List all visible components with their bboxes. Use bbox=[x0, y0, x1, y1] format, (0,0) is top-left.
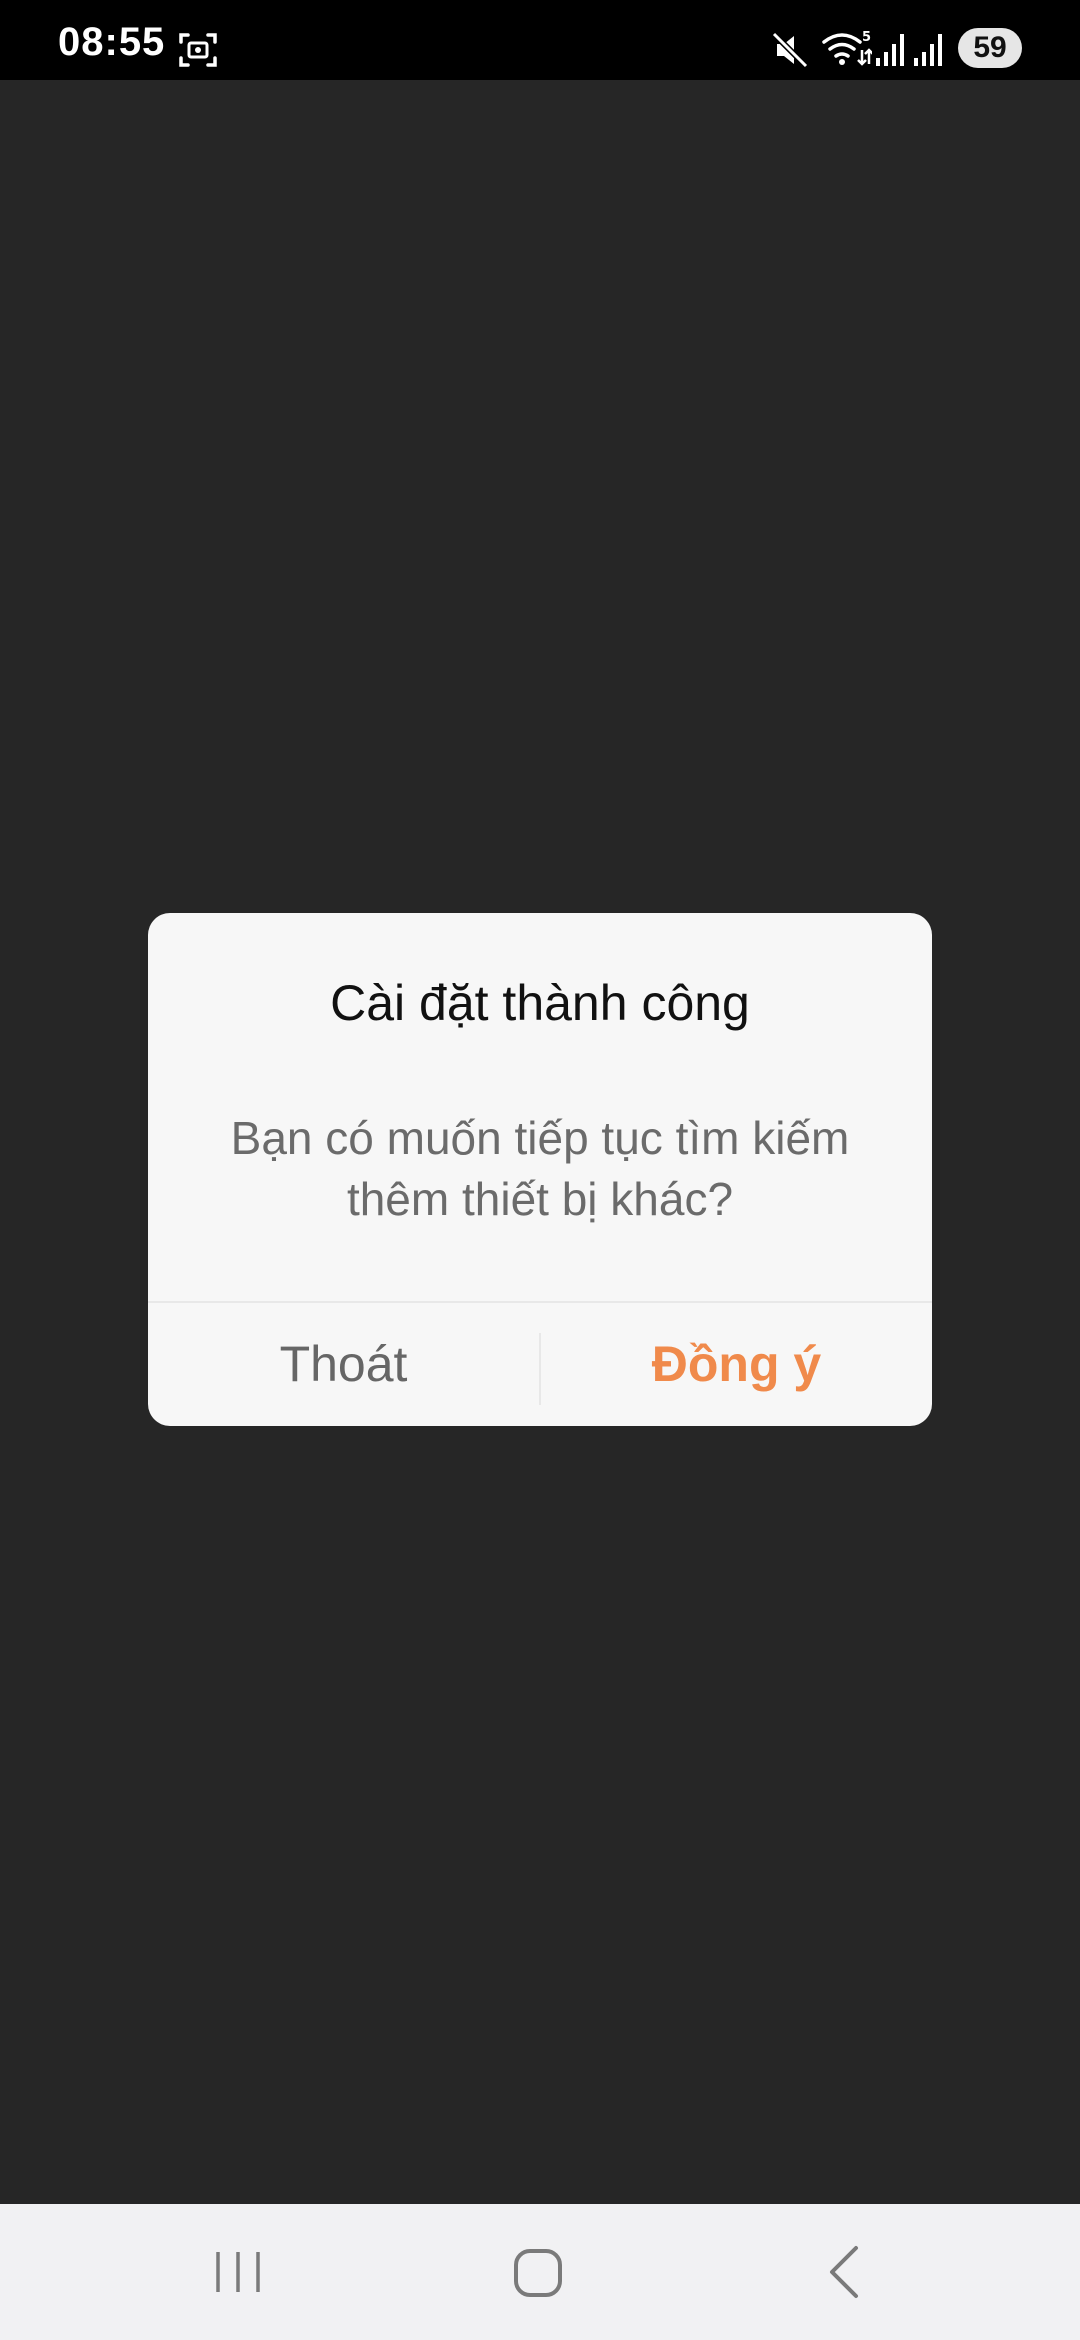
dialog-actions: Thoát Đồng ý bbox=[148, 1303, 932, 1426]
home-icon[interactable] bbox=[512, 2248, 568, 2298]
dialog-title: Cài đặt thành công bbox=[330, 975, 750, 1031]
status-time: 08:55 bbox=[58, 20, 166, 64]
screenshot-icon bbox=[179, 33, 217, 67]
install-success-dialog: Cài đặt thành công Bạn có muốn tiếp tục … bbox=[148, 913, 932, 1426]
signal-icon bbox=[876, 34, 904, 66]
battery-level: 59 bbox=[958, 28, 1022, 68]
mute-icon bbox=[771, 31, 809, 69]
exit-button[interactable]: Thoát bbox=[148, 1303, 539, 1426]
screen: 08:55 5 59 Cài đặt thành công Bạn có muố… bbox=[0, 0, 1080, 2340]
navigation-bar bbox=[0, 2204, 1080, 2340]
signal-icon bbox=[914, 34, 942, 66]
svg-text:5: 5 bbox=[862, 30, 871, 45]
status-bar: 08:55 5 59 bbox=[0, 0, 1080, 80]
agree-button[interactable]: Đồng ý bbox=[541, 1303, 932, 1426]
wifi-icon: 5 bbox=[822, 30, 872, 66]
recents-icon[interactable] bbox=[212, 2248, 264, 2296]
back-icon[interactable] bbox=[824, 2244, 864, 2300]
dialog-message: Bạn có muốn tiếp tục tìm kiếm thêm thiết… bbox=[230, 1112, 850, 1225]
